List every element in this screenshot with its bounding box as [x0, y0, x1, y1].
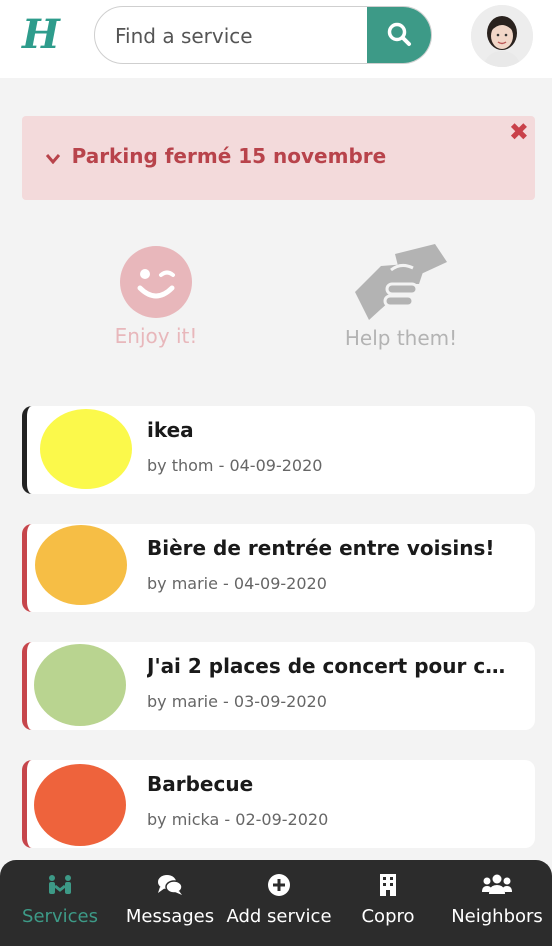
- announcement-banner[interactable]: Parking fermé 15 novembre ✖: [22, 116, 535, 200]
- service-title: J'ai 2 places de concert pour ce ...: [147, 654, 517, 678]
- service-meta: by micka - 02-09-2020: [147, 810, 329, 829]
- smile-wink-icon: [66, 246, 246, 318]
- bottom-nav: Services Messages Add service Copro Neig…: [0, 860, 552, 946]
- nav-copro-label: Copro: [361, 906, 415, 927]
- top-bar: H: [0, 0, 552, 78]
- nav-neighbors-label: Neighbors: [451, 906, 543, 927]
- search-button[interactable]: [367, 7, 431, 63]
- services-icon: [47, 874, 73, 900]
- service-title: Bière de rentrée entre voisins!: [147, 536, 495, 560]
- service-card[interactable]: J'ai 2 places de concert pour ce ... by …: [22, 642, 535, 730]
- announcement-title[interactable]: Parking fermé 15 novembre: [45, 142, 387, 172]
- enjoy-it-label: Enjoy it!: [114, 324, 198, 348]
- service-thumbnail: [35, 525, 127, 605]
- nav-services-label: Services: [22, 906, 98, 927]
- nav-messages[interactable]: Messages: [120, 860, 220, 946]
- handshake-icon: [311, 244, 491, 320]
- help-them-label: Help them!: [344, 326, 458, 350]
- service-title: ikea: [147, 418, 194, 442]
- service-thumbnail: [34, 764, 126, 846]
- service-card[interactable]: Bière de rentrée entre voisins! by marie…: [22, 524, 535, 612]
- nav-neighbors[interactable]: Neighbors: [446, 860, 548, 946]
- enjoy-it-button[interactable]: Enjoy it!: [66, 246, 246, 348]
- nav-add-service-label: Add service: [226, 906, 332, 927]
- app-logo[interactable]: H: [22, 10, 60, 60]
- nav-copro[interactable]: Copro: [348, 860, 428, 946]
- user-avatar[interactable]: [471, 5, 533, 67]
- nav-add-service[interactable]: Add service: [222, 860, 336, 946]
- comments-icon: [157, 874, 183, 900]
- help-them-button[interactable]: Help them!: [311, 244, 491, 350]
- search-icon: [386, 21, 412, 51]
- service-thumbnail: [40, 409, 132, 489]
- users-icon: [482, 874, 512, 898]
- service-card[interactable]: ikea by thom - 04-09-2020: [22, 406, 535, 494]
- chevron-down-icon: [45, 148, 66, 167]
- nav-messages-label: Messages: [125, 906, 215, 927]
- building-icon: [379, 874, 397, 900]
- search-input[interactable]: [113, 7, 367, 63]
- nav-services[interactable]: Services: [10, 860, 110, 946]
- service-thumbnail: [34, 644, 126, 726]
- close-icon[interactable]: ✖: [509, 118, 529, 146]
- announcement-text: Parking fermé 15 novembre: [71, 144, 387, 168]
- service-meta: by thom - 04-09-2020: [147, 456, 323, 475]
- plus-circle-icon: [268, 874, 290, 900]
- service-card[interactable]: Barbecue by micka - 02-09-2020: [22, 760, 535, 848]
- service-meta: by marie - 03-09-2020: [147, 692, 327, 711]
- service-meta: by marie - 04-09-2020: [147, 574, 327, 593]
- service-title: Barbecue: [147, 772, 254, 796]
- search-bar: [94, 6, 432, 64]
